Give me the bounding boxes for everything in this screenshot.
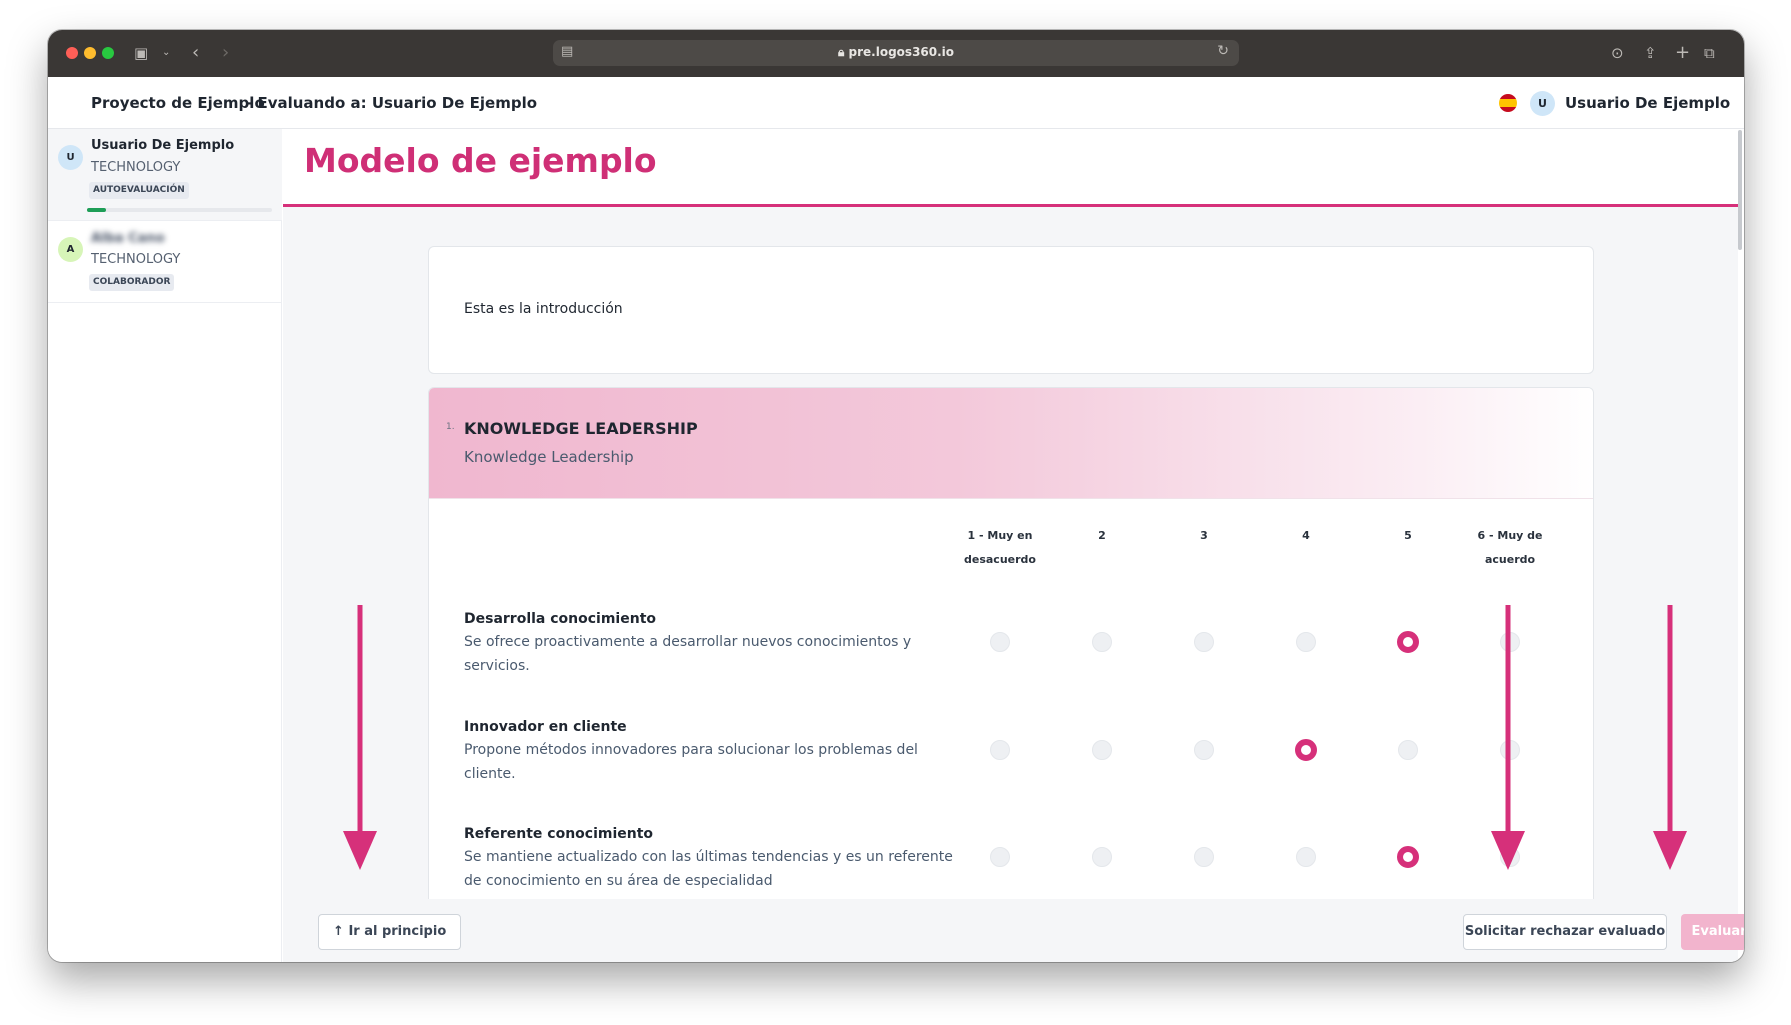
answer-radio-q2-2[interactable] bbox=[1092, 740, 1112, 760]
footer-action-bar: ↑ Ir al principio Solicitar rechazar eva… bbox=[283, 899, 1744, 962]
sidebar: U Usuario De Ejemplo TECHNOLOGY AUTOEVAL… bbox=[48, 129, 282, 962]
answer-radio-q1-2[interactable] bbox=[1092, 632, 1112, 652]
sidebar-toggle-icon[interactable]: ▣ bbox=[134, 43, 148, 63]
question-description: Se mantiene actualizado con las últimas … bbox=[464, 849, 953, 889]
address-bar[interactable]: ▤ 🔒︎ pre.logos360.io ↻ bbox=[553, 40, 1239, 66]
browser-toolbar: ▣ ⌄ ‹ › ▤ 🔒︎ pre.logos360.io ↻ ⊙ ⇪ + ⧉ bbox=[48, 30, 1744, 77]
url-text: pre.logos360.io bbox=[848, 45, 955, 59]
sidebar-item-dept: TECHNOLOGY bbox=[91, 252, 181, 267]
annotation-arrow-left bbox=[343, 605, 377, 870]
section-card: 1. KNOWLEDGE LEADERSHIP Knowledge Leader… bbox=[428, 387, 1594, 927]
maximize-window-icon[interactable] bbox=[102, 47, 114, 59]
app-header: Proyecto de Ejemplo - Evaluando a: Usuar… bbox=[48, 77, 1744, 129]
answer-radio-q2-1[interactable] bbox=[990, 740, 1010, 760]
scrollbar[interactable] bbox=[1738, 130, 1742, 250]
question-title: Referente conocimiento bbox=[464, 826, 654, 842]
page-title: Modelo de ejemplo bbox=[304, 141, 657, 180]
section-header: 1. KNOWLEDGE LEADERSHIP Knowledge Leader… bbox=[429, 388, 1593, 499]
sidebar-item-dept: TECHNOLOGY bbox=[91, 160, 181, 175]
answer-radio-q1-4[interactable] bbox=[1296, 632, 1316, 652]
status-badge: AUTOEVALUACIÓN bbox=[89, 182, 189, 199]
answer-radio-q3-5[interactable] bbox=[1397, 846, 1419, 868]
scale-label-2: 2 bbox=[1098, 529, 1106, 542]
status-badge: COLABORADOR bbox=[89, 274, 175, 291]
question-description: Propone métodos innovadores para solucio… bbox=[464, 742, 918, 782]
question-title: Innovador en cliente bbox=[464, 719, 627, 735]
chevron-down-icon[interactable]: ⌄ bbox=[162, 43, 170, 63]
section-number: 1. bbox=[446, 422, 455, 432]
scale-label-6: 6 - Muy de acuerdo bbox=[1477, 529, 1543, 566]
reload-icon[interactable]: ↻ bbox=[1217, 43, 1229, 59]
scale-label-1: 1 - Muy en desacuerdo bbox=[964, 529, 1036, 566]
evaluating-label: - Evaluando a: Usuario De Ejemplo bbox=[246, 94, 538, 112]
scale-label-3: 3 bbox=[1200, 529, 1208, 542]
progress-bar bbox=[87, 208, 272, 212]
answer-radio-q2-5[interactable] bbox=[1398, 740, 1418, 760]
sidebar-item-self-evaluation[interactable]: U Usuario De Ejemplo TECHNOLOGY AUTOEVAL… bbox=[48, 129, 282, 221]
answer-radio-q2-4[interactable] bbox=[1295, 739, 1317, 761]
intro-card: Esta es la introducción bbox=[428, 246, 1594, 374]
answer-radio-q1-1[interactable] bbox=[990, 632, 1010, 652]
back-icon[interactable]: ‹ bbox=[192, 43, 199, 63]
arrow-up-icon: ↑ bbox=[333, 924, 344, 939]
question-description: Se ofrece proactivamente a desarrollar n… bbox=[464, 634, 912, 674]
minimize-window-icon[interactable] bbox=[84, 47, 96, 59]
annotation-arrow-middle bbox=[1491, 605, 1525, 870]
avatar: A bbox=[58, 237, 83, 262]
browser-window: ▣ ⌄ ‹ › ▤ 🔒︎ pre.logos360.io ↻ ⊙ ⇪ + ⧉ P… bbox=[48, 30, 1744, 962]
new-tab-icon[interactable]: + bbox=[1675, 43, 1690, 63]
answer-radio-q3-1[interactable] bbox=[990, 847, 1010, 867]
project-name[interactable]: Proyecto de Ejemplo bbox=[91, 94, 265, 112]
avatar: U bbox=[58, 145, 83, 170]
answer-radio-q3-2[interactable] bbox=[1092, 847, 1112, 867]
intro-text: Esta es la introducción bbox=[464, 301, 623, 317]
evaluate-button[interactable]: Evaluar bbox=[1681, 914, 1744, 950]
progress-bar-fill bbox=[87, 208, 106, 212]
avatar[interactable]: U bbox=[1530, 91, 1555, 116]
annotation-arrow-right bbox=[1653, 605, 1687, 870]
lock-icon: 🔒︎ bbox=[837, 45, 845, 59]
section-subtitle: Knowledge Leadership bbox=[464, 448, 634, 466]
request-reject-button[interactable]: Solicitar rechazar evaluado bbox=[1463, 914, 1667, 950]
answer-radio-q3-3[interactable] bbox=[1194, 847, 1214, 867]
go-top-button[interactable]: ↑ Ir al principio bbox=[318, 914, 462, 950]
sidebar-item-name: Usuario De Ejemplo bbox=[91, 138, 235, 153]
answer-radio-q1-5[interactable] bbox=[1397, 631, 1419, 653]
answer-radio-q2-3[interactable] bbox=[1194, 740, 1214, 760]
forward-icon[interactable]: › bbox=[222, 43, 229, 63]
answer-radio-q3-4[interactable] bbox=[1296, 847, 1316, 867]
sidebar-item-collaborator[interactable]: A Alba Cano TECHNOLOGY COLABORADOR bbox=[48, 221, 282, 303]
answer-radio-q1-3[interactable] bbox=[1194, 632, 1214, 652]
user-menu[interactable]: Usuario De Ejemplo bbox=[1565, 94, 1730, 112]
question-title: Desarrolla conocimiento bbox=[464, 611, 657, 627]
tab-overview-icon[interactable]: ⧉ bbox=[1704, 43, 1715, 63]
close-window-icon[interactable] bbox=[66, 47, 78, 59]
sidebar-item-name: Alba Cano bbox=[91, 231, 165, 246]
scale-label-5: 5 bbox=[1404, 529, 1412, 542]
spain-flag-icon[interactable] bbox=[1499, 94, 1517, 112]
download-icon[interactable]: ⊙ bbox=[1611, 43, 1624, 63]
scale-label-4: 4 bbox=[1302, 529, 1310, 542]
share-icon[interactable]: ⇪ bbox=[1644, 43, 1657, 63]
section-title: KNOWLEDGE LEADERSHIP bbox=[464, 419, 698, 438]
page-title-bar: Modelo de ejemplo bbox=[283, 129, 1738, 207]
